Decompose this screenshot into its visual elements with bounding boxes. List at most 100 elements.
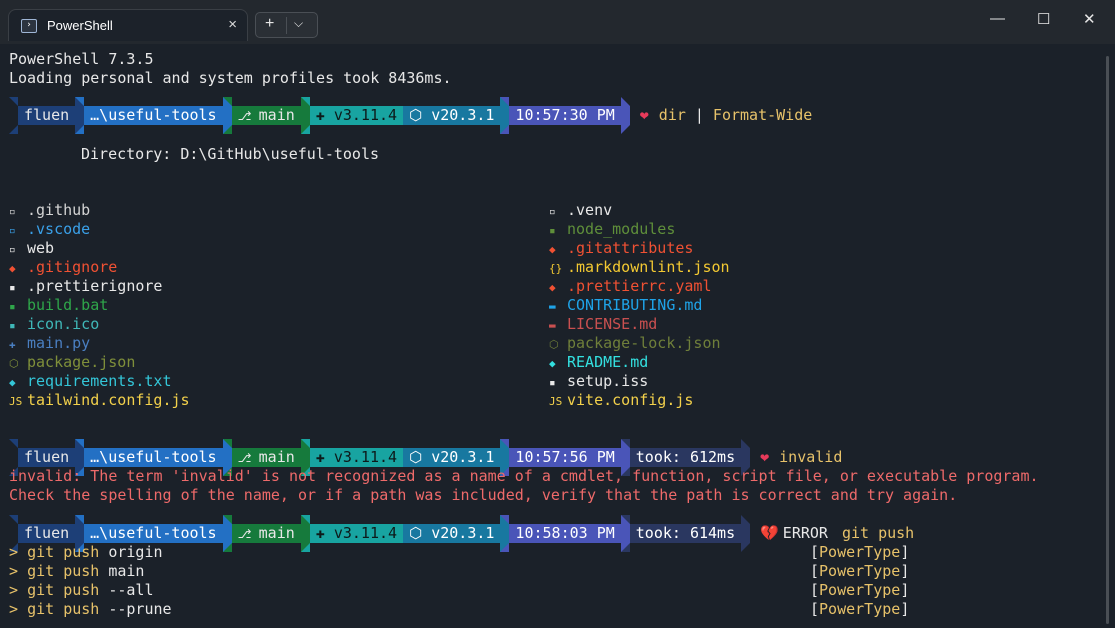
tab-powershell[interactable]: › PowerShell × [8,9,248,41]
file-type-icon: ▫ [9,224,16,237]
prompt-user: fluen [18,448,76,467]
file-name: README.md [567,353,649,371]
prompt-python: ✚ v3.11.4 [309,106,404,125]
prediction-rest: main [108,562,145,580]
prompt-cap [9,97,18,134]
prediction-item[interactable]: > git push --all [9,581,154,600]
node-icon: ⬡ [409,448,432,466]
prediction-arg: push [63,600,109,618]
file-name: .venv [567,201,613,219]
prompt-node: ⬡ v20.3.1 [403,524,501,543]
prediction-source-name: PowerType [819,543,901,561]
file-type-icon: ⬡ [9,357,19,370]
prompt-took: took: 614ms [629,524,742,543]
file-entry: ▪ icon.ico [9,315,99,334]
terminal-output[interactable]: PowerShell 7.3.5 Loading personal and sy… [0,44,1104,628]
terminal-window: › PowerShell × + ⌵ — ☐ ✕ PowerShell 7.3.… [0,0,1115,628]
prompt-path: …\useful-tools [84,448,223,467]
python-icon: ✚ [315,524,334,542]
file-name: CONTRIBUTING.md [567,296,703,314]
file-type-icon: ▬ [549,300,556,313]
bracket: ] [900,600,910,618]
file-type-icon: JS [9,395,23,408]
file-type-icon: ✚ [9,338,16,351]
maximize-button[interactable]: ☐ [1037,10,1050,28]
python-version: v3.11.4 [333,524,398,542]
file-entry: ▫ .vscode [9,220,90,239]
prompt-took: took: 612ms [629,448,742,467]
file-name: icon.ico [27,315,100,333]
file-entry: ✚ main.py [9,334,90,353]
command-text: invalid [779,448,843,466]
heart-icon: ❤ [639,106,649,124]
command-text-2: Format-Wide [712,106,813,124]
prediction-rest: origin [108,543,163,561]
prompt-path: …\useful-tools [84,106,223,125]
file-entry: ◆ .gitattributes [549,239,693,258]
node-version: v20.3.1 [431,524,495,542]
prompt-branch: main [258,106,295,124]
bracket: [ [810,543,820,561]
prompt-git: ⎇ main [231,448,301,467]
file-name: .github [27,201,91,219]
pipe-symbol: | [694,106,704,124]
prediction-item[interactable]: > git push --prune [9,600,172,619]
file-entry: ◆ README.md [549,353,648,372]
python-icon: ✚ [315,106,334,124]
prediction-source: [PowerType] [810,543,909,562]
file-name: setup.iss [567,372,649,390]
minimize-button[interactable]: — [990,10,1005,27]
prompt-1: fluen …\useful-tools ⎇ main ✚ v3.11.4 ⬡ … [9,97,813,134]
file-type-icon: {} [549,262,563,275]
prediction-item[interactable]: > git push main [9,562,144,581]
prompt-node: ⬡ v20.3.1 [403,106,501,125]
file-entry: ▪ node_modules [549,220,675,239]
close-window-button[interactable]: ✕ [1083,10,1096,28]
file-name: vite.config.js [567,391,694,409]
python-icon: ✚ [315,448,334,466]
split-separator [286,17,287,34]
error-line-1: invalid: The term 'invalid' is not recog… [9,467,1039,485]
prediction-command: git [27,543,64,561]
node-icon: ⬡ [409,524,432,542]
file-name: .prettierrc.yaml [567,277,712,295]
file-name: LICENSE.md [567,315,658,333]
file-entry: ▪ build.bat [9,296,108,315]
prediction-source: [PowerType] [810,562,909,581]
bracket: [ [810,600,820,618]
file-entry: JS tailwind.config.js [9,391,190,410]
file-entry: ▪ .prettierignore [9,277,162,296]
prediction-command: git [27,581,64,599]
file-type-icon: ⬡ [549,338,559,351]
prompt-sep [222,515,232,552]
file-type-icon: ◆ [549,357,556,370]
scrollbar[interactable] [1106,56,1109,624]
error-line-2: Check the spelling of the name, or if a … [9,486,958,504]
file-entry: ◆ requirements.txt [9,372,172,391]
prediction-marker: > [9,600,28,618]
file-name: main.py [27,334,91,352]
file-type-icon: ◆ [549,281,556,294]
file-type-icon: ▫ [9,205,16,218]
chevron-down-icon[interactable]: ⌵ [294,16,303,31]
prediction-marker: > [9,581,28,599]
bracket: [ [810,581,820,599]
file-entry: ⬡ package-lock.json [549,334,721,353]
file-entry: ▬ LICENSE.md [549,315,657,334]
bracket: [ [810,562,820,580]
bracket: ] [900,543,910,561]
prediction-source: [PowerType] [810,581,909,600]
prediction-item[interactable]: > git push origin [9,543,163,562]
file-type-icon: ▬ [549,319,556,332]
python-version: v3.11.4 [333,448,398,466]
file-type-icon: ▪ [9,281,16,294]
prompt-sep [300,515,310,552]
file-type-icon: ▪ [9,300,16,313]
directory-header: Directory: D:\GitHub\useful-tools [81,145,380,163]
prompt-branch: main [258,448,295,466]
new-tab-icon[interactable]: + [265,15,274,33]
prompt-sep [300,97,310,134]
tab-close-icon[interactable]: × [228,16,237,33]
prediction-source: [PowerType] [810,600,909,619]
prediction-source-name: PowerType [819,581,901,599]
